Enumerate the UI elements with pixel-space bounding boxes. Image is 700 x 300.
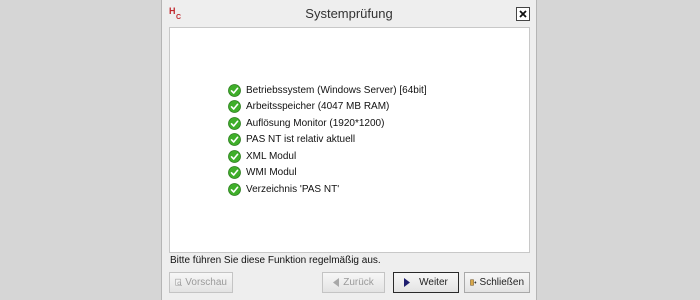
title-bar: H C Systemprüfung [162,0,536,28]
exit-door-icon [470,279,477,286]
check-item-label: Arbeitsspeicher (4047 MB RAM) [246,101,390,113]
back-arrow-icon [333,278,340,287]
check-ok-icon [228,166,241,180]
back-button-label: Zurück [343,277,374,288]
check-item-label: WMI Modul [246,167,297,179]
check-item: Arbeitsspeicher (4047 MB RAM) [228,99,427,116]
check-item: Betriebssystem (Windows Server) [64bit] [228,82,427,99]
next-arrow-icon [404,278,411,287]
close-dialog-button[interactable]: Schließen [464,272,530,293]
next-button-label: Weiter [419,277,448,288]
check-item: Verzeichnis 'PAS NT' [228,181,427,198]
check-ok-icon [228,149,241,163]
check-list: Betriebssystem (Windows Server) [64bit] A… [228,82,427,198]
check-ok-icon [228,100,241,114]
preview-button[interactable]: Vorschau [169,272,233,293]
check-item-label: Betriebssystem (Windows Server) [64bit] [246,84,427,96]
system-check-dialog: H C Systemprüfung Betriebssystem (Window… [161,0,537,300]
check-item-label: XML Modul [246,150,297,162]
dialog-title: Systemprüfung [305,6,393,21]
check-item-label: Verzeichnis 'PAS NT' [246,183,340,195]
check-ok-icon [228,116,241,130]
check-ok-icon [228,182,241,196]
check-ok-icon [228,83,241,97]
hint-text: Bitte führen Sie diese Funktion regelmäß… [170,255,381,266]
check-item-label: Auflösung Monitor (1920*1200) [246,117,385,129]
check-results-panel: Betriebssystem (Windows Server) [64bit] A… [169,27,530,253]
check-item: PAS NT ist relativ aktuell [228,132,427,149]
next-button[interactable]: Weiter [393,272,459,293]
check-item: WMI Modul [228,165,427,182]
check-item-label: PAS NT ist relativ aktuell [246,134,356,146]
preview-button-label: Vorschau [185,277,227,288]
back-button[interactable]: Zurück [322,272,385,293]
check-item: Auflösung Monitor (1920*1200) [228,115,427,132]
preview-document-icon [175,278,182,287]
close-icon [519,10,527,18]
check-ok-icon [228,133,241,147]
close-button[interactable] [516,7,530,21]
check-item: XML Modul [228,148,427,165]
close-dialog-button-label: Schließen [479,277,524,288]
